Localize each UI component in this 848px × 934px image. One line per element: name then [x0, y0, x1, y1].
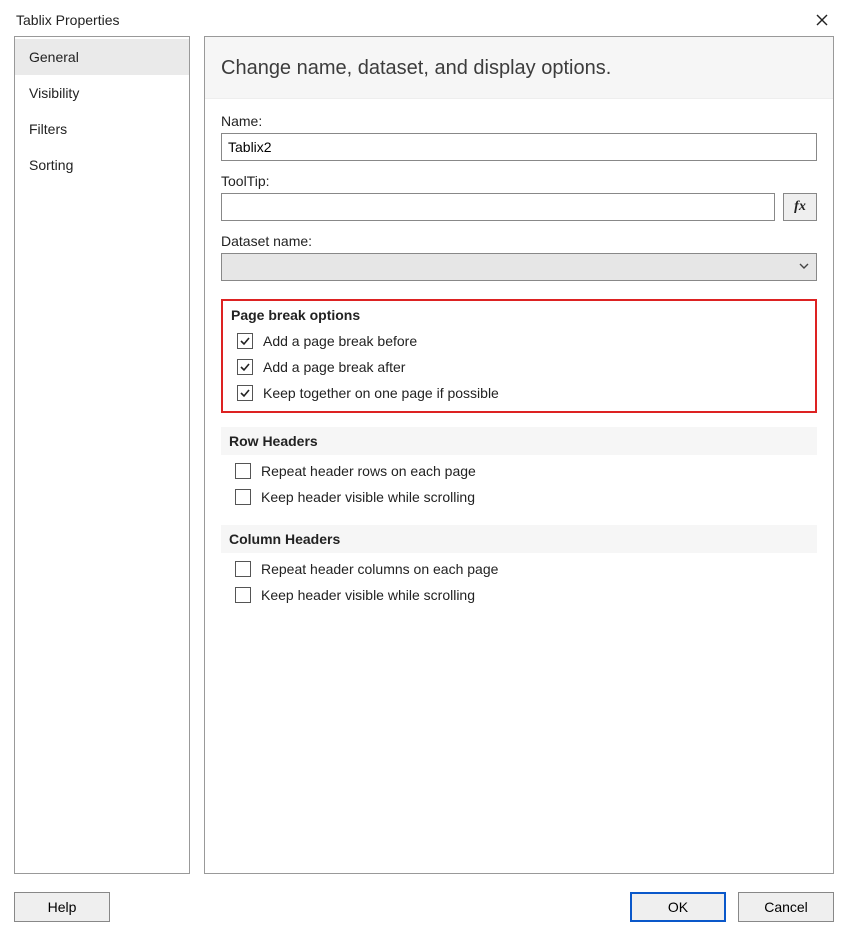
dialog-title: Tablix Properties — [16, 12, 120, 28]
sidebar-item-filters[interactable]: Filters — [15, 111, 189, 147]
column-headers-title: Column Headers — [221, 525, 817, 553]
tablix-properties-dialog: Tablix Properties General Visibility Fil… — [0, 0, 848, 934]
checkbox-label: Repeat header columns on each page — [261, 561, 498, 577]
row-headers-title: Row Headers — [221, 427, 817, 455]
row-headers-section: Row Headers Repeat header rows on each p… — [221, 427, 817, 507]
checkbox-label: Keep header visible while scrolling — [261, 489, 475, 505]
tooltip-expression-button[interactable]: fx — [783, 193, 817, 221]
checkbox-page-break-before[interactable] — [237, 333, 253, 349]
sidebar-item-label: Filters — [29, 121, 67, 137]
checkbox-keep-rows-visible[interactable] — [235, 489, 251, 505]
main-panel: Change name, dataset, and display option… — [204, 36, 834, 874]
checkbox-label: Keep header visible while scrolling — [261, 587, 475, 603]
button-label: Help — [48, 899, 77, 915]
name-input[interactable] — [221, 133, 817, 161]
checkbox-page-break-after[interactable] — [237, 359, 253, 375]
sidebar-item-sorting[interactable]: Sorting — [15, 147, 189, 183]
row-headers-repeat: Repeat header rows on each page — [221, 455, 817, 481]
dialog-footer: Help OK Cancel — [0, 884, 848, 934]
main-heading: Change name, dataset, and display option… — [221, 57, 817, 80]
page-break-title: Page break options — [223, 301, 815, 325]
form-area: Name: ToolTip: fx Dataset name: — [205, 99, 833, 623]
name-label: Name: — [221, 113, 817, 129]
sidebar-item-visibility[interactable]: Visibility — [15, 75, 189, 111]
fx-icon: fx — [794, 199, 806, 215]
titlebar: Tablix Properties — [0, 0, 848, 36]
checkbox-label: Add a page break after — [263, 359, 405, 375]
checkbox-label: Add a page break before — [263, 333, 417, 349]
tooltip-input[interactable] — [221, 193, 775, 221]
checkbox-keep-columns-visible[interactable] — [235, 587, 251, 603]
checkbox-repeat-rows[interactable] — [235, 463, 251, 479]
page-break-highlight: Page break options Add a page break befo… — [221, 299, 817, 413]
sidebar-item-label: General — [29, 49, 79, 65]
name-row — [221, 133, 817, 161]
checkbox-label: Repeat header rows on each page — [261, 463, 476, 479]
button-label: OK — [668, 899, 688, 915]
page-break-option-after: Add a page break after — [223, 351, 815, 377]
chevron-down-icon — [798, 261, 810, 273]
tooltip-label: ToolTip: — [221, 173, 817, 189]
sidebar: General Visibility Filters Sorting — [14, 36, 190, 874]
column-headers-section: Column Headers Repeat header columns on … — [221, 525, 817, 605]
close-button[interactable] — [808, 8, 836, 32]
tooltip-row: fx — [221, 193, 817, 221]
check-icon — [239, 361, 251, 373]
help-button[interactable]: Help — [14, 892, 110, 922]
row-headers-keep-visible: Keep header visible while scrolling — [221, 481, 817, 507]
button-label: Cancel — [764, 899, 808, 915]
close-icon — [816, 14, 828, 26]
check-icon — [239, 335, 251, 347]
sidebar-item-label: Visibility — [29, 85, 79, 101]
dialog-body: General Visibility Filters Sorting Chang… — [0, 36, 848, 884]
main-heading-wrap: Change name, dataset, and display option… — [205, 37, 833, 99]
cancel-button[interactable]: Cancel — [738, 892, 834, 922]
checkbox-label: Keep together on one page if possible — [263, 385, 499, 401]
checkbox-repeat-columns[interactable] — [235, 561, 251, 577]
page-break-option-before: Add a page break before — [223, 325, 815, 351]
check-icon — [239, 387, 251, 399]
sidebar-item-label: Sorting — [29, 157, 73, 173]
dataset-select[interactable] — [221, 253, 817, 281]
ok-button[interactable]: OK — [630, 892, 726, 922]
checkbox-keep-together[interactable] — [237, 385, 253, 401]
page-break-option-keep-together: Keep together on one page if possible — [223, 377, 815, 403]
column-headers-keep-visible: Keep header visible while scrolling — [221, 579, 817, 605]
column-headers-repeat: Repeat header columns on each page — [221, 553, 817, 579]
sidebar-item-general[interactable]: General — [15, 39, 189, 75]
dataset-label: Dataset name: — [221, 233, 817, 249]
